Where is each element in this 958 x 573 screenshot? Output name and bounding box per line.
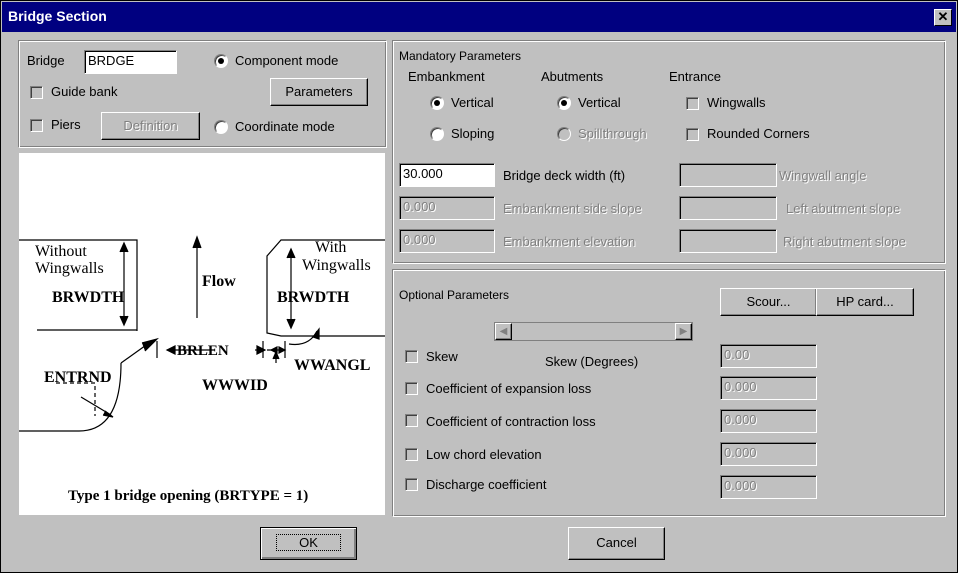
low-chord-field[interactable]: 0.000 (720, 442, 817, 466)
deck-width-label: Bridge deck width (ft) (503, 168, 626, 183)
wwwid-label: WWWID (202, 377, 268, 394)
guide-bank-label: Guide bank (51, 84, 118, 99)
skew-field[interactable]: 0.00 (720, 344, 817, 368)
bridge-name-field[interactable]: BRDGE (84, 50, 177, 74)
flow-label: Flow (202, 273, 236, 290)
component-mode-radio[interactable] (214, 54, 228, 68)
diagram-caption: Type 1 bridge opening (BRTYPE = 1) (68, 488, 309, 504)
wingwall-angle-field[interactable] (679, 163, 777, 187)
ok-button-label: OK (276, 534, 341, 551)
optional-title: Optional Parameters (399, 288, 510, 302)
bridge-section-dialog: Bridge Section ✕ Bridge BRDGE Component … (0, 0, 958, 573)
entrnd-label: ENTRND (44, 369, 112, 386)
brwdth-left-label: BRWDTH (52, 289, 125, 306)
discharge-coefficient-field[interactable]: 0.000 (720, 475, 817, 499)
embankment-sloping-label: Sloping (451, 126, 495, 141)
bridge-mode-group: Bridge BRDGE Component mode Guide bank P… (18, 40, 387, 148)
without-label-2: Wingwalls (35, 260, 104, 277)
brwdth-right-label: BRWDTH (277, 289, 350, 306)
right-abutment-slope-label: Right abutment slope (783, 234, 906, 249)
abutments-heading: Abutments (541, 69, 604, 84)
brlen-label: BRLEN (177, 343, 229, 359)
contraction-loss-label: Coefficient of contraction loss (426, 414, 596, 429)
embankment-vertical-radio[interactable] (430, 96, 444, 110)
discharge-coefficient-checkbox[interactable] (405, 478, 418, 491)
wingwalls-checkbox[interactable] (686, 97, 699, 110)
coordinate-mode-label: Coordinate mode (235, 119, 335, 134)
left-abutment-slope-field[interactable] (679, 196, 777, 220)
contraction-loss-checkbox[interactable] (405, 414, 418, 427)
window-title: Bridge Section (8, 8, 107, 24)
mandatory-title: Mandatory Parameters (399, 49, 522, 63)
cancel-button[interactable]: Cancel (568, 527, 665, 560)
bridge-opening-diagram: Without Wingwalls BRWDTH Flow With Wingw… (19, 153, 385, 515)
expansion-loss-field[interactable]: 0.000 (720, 376, 817, 400)
ok-button[interactable]: OK (260, 527, 357, 560)
embankment-side-slope-field[interactable]: 0.000 (399, 196, 495, 220)
embankment-heading: Embankment (408, 69, 485, 84)
embankment-sloping-radio[interactable] (430, 127, 444, 141)
skew-checkbox[interactable] (405, 350, 418, 363)
without-label-1: Without (35, 243, 87, 260)
guide-bank-checkbox[interactable] (30, 86, 43, 99)
wingwall-angle-label: Wingwall angle (779, 168, 867, 183)
title-bar: Bridge Section ✕ (2, 2, 956, 32)
abutment-vertical-radio[interactable] (557, 96, 571, 110)
skew-label: Skew (426, 349, 458, 364)
wingwalls-label: Wingwalls (707, 95, 766, 110)
optional-parameters-group: Optional Parameters Scour... HP card... … (392, 269, 946, 517)
diagram-lines (19, 235, 385, 432)
deck-width-field[interactable]: 30.000 (399, 163, 495, 187)
parameters-button[interactable]: Parameters (270, 78, 368, 106)
scroll-right-icon[interactable]: ▶ (675, 323, 692, 340)
embankment-elevation-label: Embankment elevation (503, 234, 636, 249)
scroll-left-icon[interactable]: ◀ (495, 323, 512, 340)
component-mode-label: Component mode (235, 53, 339, 68)
abutment-spillthrough-label: Spillthrough (578, 126, 647, 141)
skew-scrollbar[interactable]: ◀ ▶ (494, 322, 693, 341)
embankment-side-slope-label: Embankment side slope (503, 201, 642, 216)
expansion-loss-checkbox[interactable] (405, 382, 418, 395)
close-icon[interactable]: ✕ (934, 9, 952, 26)
embankment-elevation-field[interactable]: 0.000 (399, 229, 495, 253)
rounded-corners-checkbox[interactable] (686, 128, 699, 141)
abutment-vertical-label: Vertical (578, 95, 621, 110)
left-abutment-slope-label: Left abutment slope (786, 201, 901, 216)
definition-button[interactable]: Definition (101, 112, 200, 140)
with-label-1: With (315, 239, 347, 256)
coordinate-mode-radio[interactable] (214, 120, 228, 134)
discharge-coefficient-label: Discharge coefficient (426, 477, 547, 492)
embankment-vertical-label: Vertical (451, 95, 494, 110)
bridge-label: Bridge (27, 53, 65, 68)
piers-checkbox[interactable] (30, 119, 43, 132)
piers-label: Piers (51, 117, 81, 132)
low-chord-label: Low chord elevation (426, 447, 542, 462)
low-chord-checkbox[interactable] (405, 448, 418, 461)
wwangl-label: WWANGL (294, 357, 371, 374)
right-abutment-slope-field[interactable] (679, 229, 777, 253)
expansion-loss-label: Coefficient of expansion loss (426, 381, 592, 396)
mandatory-parameters-group: Mandatory Parameters Embankment Abutment… (392, 40, 946, 264)
abutment-spillthrough-radio[interactable] (557, 127, 571, 141)
contraction-loss-field[interactable]: 0.000 (720, 409, 817, 433)
entrance-heading: Entrance (669, 69, 722, 84)
skew-degrees-label: Skew (Degrees) (545, 354, 639, 369)
rounded-corners-label: Rounded Corners (707, 126, 810, 141)
with-label-2: Wingwalls (302, 257, 371, 274)
hp-card-button[interactable]: HP card... (816, 288, 914, 316)
scour-button[interactable]: Scour... (720, 288, 817, 316)
